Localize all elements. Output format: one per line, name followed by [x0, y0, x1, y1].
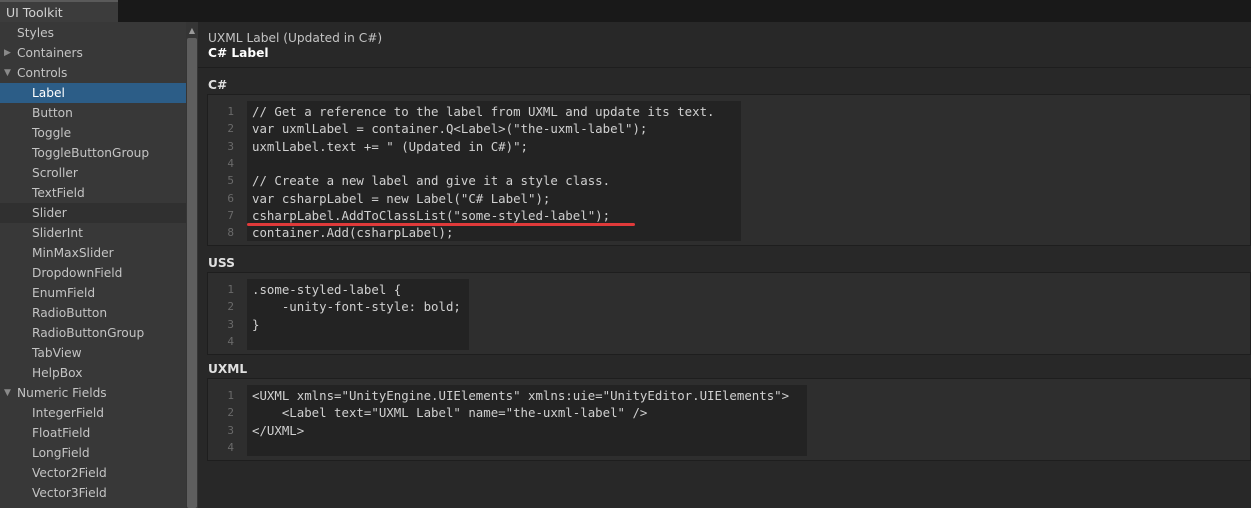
uss-code-line: .some-styled-label {: [252, 282, 402, 297]
uxml-code-line: <Label text="UXML Label" name="the-uxml-…: [252, 405, 648, 421]
uxml-line-number: 2: [227, 406, 234, 420]
sidebar-item-label: IntegerField: [32, 406, 104, 420]
sidebar-item-button[interactable]: Button: [0, 103, 186, 123]
sidebar-item-label: Slider: [32, 206, 67, 220]
sidebar-item-slider[interactable]: Slider: [0, 203, 186, 223]
sidebar-item-controls[interactable]: ▼ Controls: [0, 63, 186, 83]
sidebar-item-tabview[interactable]: TabView: [0, 343, 186, 363]
window-tab[interactable]: UI Toolkit Samples: [0, 0, 118, 42]
sidebar-item-label: Controls: [17, 66, 68, 80]
sidebar-item-radiobutton[interactable]: RadioButton: [0, 303, 186, 323]
uss-line-number: 2: [227, 300, 234, 314]
sidebar-item-helpbox[interactable]: HelpBox: [0, 363, 186, 383]
sidebar-tree[interactable]: Styles ▶ Containers ▼ Controls Label Button Tog…: [0, 22, 186, 508]
csharp-code-line: var uxmlLabel = container.Q<Label>("the-…: [252, 121, 648, 137]
uxml-line-number: 3: [227, 423, 234, 437]
csharp-line-number: 5: [227, 174, 234, 188]
sidebar-item-label: Containers: [17, 46, 83, 60]
sidebar-item-label: Styles: [17, 26, 54, 40]
sidebar-item-label: SliderInt: [32, 226, 83, 240]
sidebar-item-longfield[interactable]: LongField: [0, 443, 186, 463]
csharp-code-line: uxmlLabel.text += " (Updated in C#)";: [252, 138, 529, 154]
sidebar-item-label: Toggle: [32, 126, 72, 140]
sidebar-item-togglebuttongroup[interactable]: ToggleButtonGroup: [0, 143, 186, 163]
sidebar-item-vector2field[interactable]: Vector2Field: [0, 463, 186, 483]
uss-line-number: 1: [227, 283, 234, 296]
sidebar-item-label: FloatField: [32, 426, 91, 440]
uss-code-line: -unity-font-style: bold;: [252, 299, 461, 315]
uss-code-panel[interactable]: 1 .some-styled-label { 2 -unity-font-style…: [207, 272, 1251, 355]
sidebar-item-enumfield[interactable]: EnumField: [0, 283, 186, 303]
csharp-line-number: 6: [227, 191, 234, 205]
csharp-section-title: C#: [208, 78, 228, 92]
uxml-section-title: UXML: [208, 362, 248, 376]
sidebar-item-label: MinMaxSlider: [32, 246, 114, 260]
csharp-line-number: 4: [227, 156, 234, 170]
red-annotation-underline: [247, 223, 635, 226]
sidebar-item-label: Button: [32, 106, 73, 120]
sidebar-item-scroller[interactable]: Scroller: [0, 163, 186, 183]
uxml-label-preview: UXML Label (Updated in C#): [208, 31, 383, 45]
csharp-line-number: 8: [227, 226, 234, 240]
sidebar-item-label: Label: [32, 86, 65, 100]
sidebar-item-numeric-fields[interactable]: ▼ Numeric Fields: [0, 383, 186, 403]
sidebar-item-sliderint[interactable]: SliderInt: [0, 223, 186, 243]
sidebar-item-textfield[interactable]: TextField: [0, 183, 186, 203]
csharp-line-number: 2: [227, 122, 234, 136]
window-tab-bar: UI Toolkit Samples: [0, 0, 1251, 42]
collapse-right-arrow-icon[interactable]: ▶: [4, 43, 12, 63]
scroll-thumb[interactable]: [187, 38, 197, 508]
sidebar-item-label: RadioButtonGroup: [32, 326, 145, 340]
sidebar-item-toggle[interactable]: Toggle: [0, 123, 186, 143]
uxml-code-line: <UXML xmlns="UnityEngine.UIElements" xml…: [252, 388, 790, 403]
content-panel: UXML Label (Updated in C#) C# Label C# 1…: [198, 22, 1251, 508]
uss-line-number: 3: [227, 317, 234, 331]
csharp-line-number: 3: [227, 139, 234, 153]
sidebar-item-label: Vector3Field: [32, 486, 107, 500]
uxml-line-number: 4: [227, 440, 234, 454]
csharp-code-line: // Create a new label and give it a styl…: [252, 173, 611, 189]
sidebar-item-label: TabView: [32, 346, 82, 360]
scroll-up-arrow-icon[interactable]: ▲: [186, 22, 198, 38]
sidebar-item-minmaxslider[interactable]: MinMaxSlider: [0, 243, 186, 263]
sidebar-item-dropdownfield[interactable]: DropdownField: [0, 263, 186, 283]
csharp-code-line: var csharpLabel = new Label("C# Label");: [252, 190, 551, 206]
sidebar-item-styles[interactable]: Styles: [0, 23, 186, 43]
sidebar-item-integerfield[interactable]: IntegerField: [0, 403, 186, 423]
preview-divider: [198, 67, 1251, 68]
csharp-code-panel[interactable]: 1 // Get a reference to the label from UX…: [207, 94, 1251, 246]
sidebar-item-label: Scroller: [32, 166, 78, 180]
csharp-code-line: container.Add(csharpLabel);: [252, 225, 454, 241]
csharp-code-line: // Get a reference to the label from UXM…: [252, 104, 715, 119]
sidebar-item-label: EnumField: [32, 286, 96, 300]
sidebar-item-label: Vector2Field: [32, 466, 107, 480]
csharp-code-line: csharpLabel.AddToClassList("some-styled-…: [252, 207, 611, 223]
sidebar-scrollbar[interactable]: ▲: [186, 22, 198, 508]
csharp-label-preview: C# Label: [208, 46, 269, 60]
uss-line-number: 4: [227, 334, 234, 348]
sidebar-item-label: ToggleButtonGroup: [32, 146, 150, 160]
uss-code-line: }: [252, 316, 260, 332]
uss-section-title: USS: [208, 256, 235, 270]
sidebar-item-label: HelpBox: [32, 366, 83, 380]
sidebar-item-label: TextField: [32, 186, 85, 200]
sidebar-item-label: Numeric Fields: [17, 386, 107, 400]
csharp-line-number: 1: [227, 105, 234, 118]
csharp-line-number: 7: [227, 208, 234, 222]
uxml-code-panel[interactable]: 1 <UXML xmlns="UnityEngine.UIElements" xm…: [207, 378, 1251, 461]
uxml-line-number: 1: [227, 389, 234, 402]
expand-down-arrow-icon[interactable]: ▼: [4, 383, 12, 403]
sidebar-item-vector3field[interactable]: Vector3Field: [0, 483, 186, 503]
sidebar-item-floatfield[interactable]: FloatField: [0, 423, 186, 443]
sidebar-item-containers[interactable]: ▶ Containers: [0, 43, 186, 63]
sidebar-item-label: RadioButton: [32, 306, 108, 320]
expand-down-arrow-icon[interactable]: ▼: [4, 63, 12, 83]
sidebar-item-label: LongField: [32, 446, 90, 460]
uxml-code-line: </UXML>: [252, 422, 305, 438]
sidebar-item-label: DropdownField: [32, 266, 123, 280]
sidebar-item-radiobuttongroup[interactable]: RadioButtonGroup: [0, 323, 186, 343]
sidebar-item-label[interactable]: Label: [0, 83, 186, 103]
